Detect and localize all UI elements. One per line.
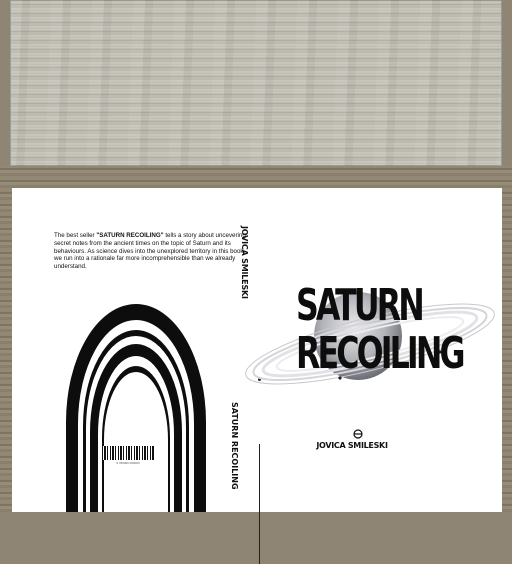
paper-texture-strip bbox=[10, 0, 502, 166]
spine-title: SATURN RECOILING bbox=[230, 402, 239, 490]
front-author: JOVICA SMILESKI bbox=[316, 441, 388, 450]
barcode bbox=[102, 446, 154, 460]
front-title-line-2: RECOILING bbox=[296, 328, 465, 379]
book-cover-spread: The best seller "SATURN RECOILING" tells… bbox=[12, 188, 502, 564]
back-cover-blurb: The best seller "SATURN RECOILING" tells… bbox=[54, 232, 254, 271]
front-title-line-1: SATURN bbox=[296, 280, 425, 331]
ring-arch-illustration bbox=[66, 304, 206, 512]
spine-divider bbox=[259, 444, 260, 564]
crosshair-icon bbox=[353, 429, 363, 439]
blurb-intro: The best seller bbox=[54, 232, 97, 239]
blurb-book-title: "SATURN RECOILING" bbox=[96, 232, 164, 239]
barcode-number: 9 780000 000000 bbox=[116, 461, 140, 465]
